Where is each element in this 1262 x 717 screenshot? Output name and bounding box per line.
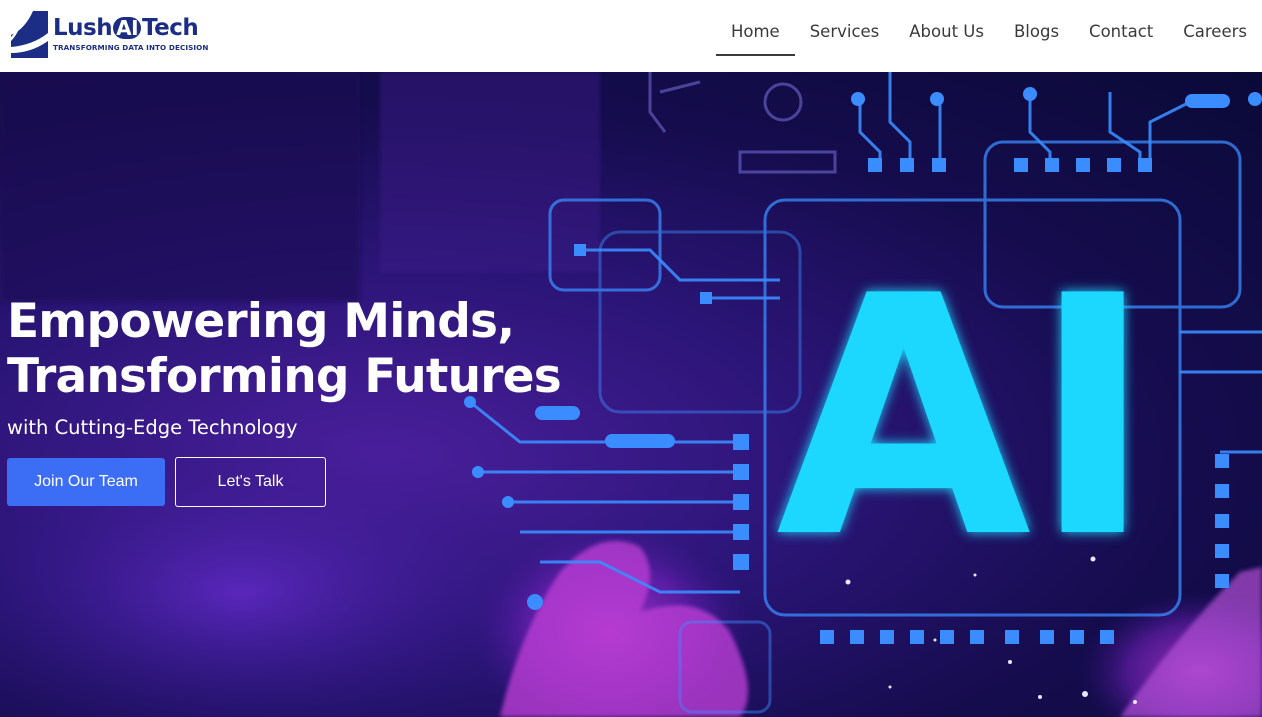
nav-item-careers[interactable]: Careers xyxy=(1168,0,1262,56)
hero-content: Empowering Minds, Transforming Futures w… xyxy=(7,294,627,507)
join-our-team-button[interactable]: Join Our Team xyxy=(7,458,165,506)
nav-item-about-us[interactable]: About Us xyxy=(894,0,999,56)
hero-title-line-1: Empowering Minds, xyxy=(7,294,515,349)
hero-ai-graphic-text: AI xyxy=(776,226,1154,610)
brand-name-pre: Lush xyxy=(53,15,113,41)
brand-logo[interactable]: Lush AI Tech TRANSFORMING DATA INTO DECISI… xyxy=(11,9,216,59)
brand-tagline: TRANSFORMING DATA INTO DECISION xyxy=(53,43,209,52)
logo-mark-icon xyxy=(11,10,48,58)
nav-item-contact[interactable]: Contact xyxy=(1074,0,1168,56)
main-nav: Home Services About Us Blogs Contact Car… xyxy=(715,0,1262,72)
hero-title-line-2: Transforming Futures xyxy=(7,349,562,404)
hero-buttons: Join Our Team Let's Talk xyxy=(7,457,627,507)
site-header: Lush AI Tech TRANSFORMING DATA INTO DECISI… xyxy=(0,0,1262,72)
hero-subtitle: with Cutting-Edge Technology xyxy=(7,416,298,439)
nav-item-home[interactable]: Home xyxy=(715,0,795,56)
brand-name: Lush AI Tech xyxy=(53,16,208,40)
nav-item-blogs[interactable]: Blogs xyxy=(999,0,1074,56)
brand-name-ai: AI xyxy=(113,17,142,39)
nav-item-services[interactable]: Services xyxy=(795,0,895,56)
brand-name-post: Tech xyxy=(142,15,199,41)
lets-talk-button[interactable]: Let's Talk xyxy=(175,457,326,507)
hero-section: AI Empowering Minds, Transforming Future… xyxy=(0,72,1262,717)
hero-title: Empowering Minds, Transforming Futures xyxy=(7,294,627,404)
